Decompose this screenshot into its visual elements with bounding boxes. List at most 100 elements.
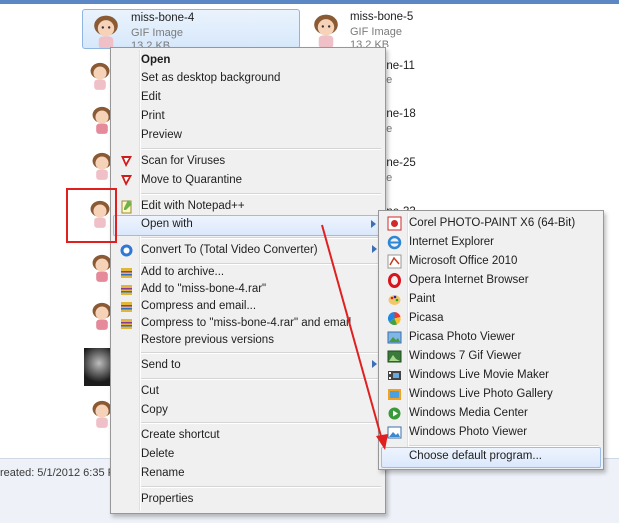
- file-name: miss-bone-5: [350, 11, 414, 23]
- opera-icon: [388, 273, 401, 288]
- menu-item-cut[interactable]: Cut: [113, 382, 383, 401]
- annotation-highlight-box: [66, 188, 117, 243]
- menu-separator: [141, 378, 381, 380]
- paint-palette-icon: [388, 295, 401, 305]
- menu-item-create-shortcut[interactable]: Create shortcut: [113, 426, 383, 445]
- menu-item-copy[interactable]: Copy: [113, 401, 383, 420]
- file-type: GIF Image: [350, 26, 402, 38]
- menu-item-label: Create shortcut: [141, 429, 220, 441]
- converter-icon: [120, 244, 133, 257]
- program-corel-photo-paint[interactable]: Corel PHOTO-PAINT X6 (64-Bit): [381, 214, 601, 233]
- menu-separator: [141, 237, 381, 239]
- menu-item-label: Rename: [141, 467, 185, 479]
- menu-item-label: Microsoft Office 2010: [409, 255, 518, 267]
- picasa-photo-viewer-icon: [387, 331, 402, 344]
- menu-item-label: Open: [141, 54, 171, 66]
- open-with-submenu: Corel PHOTO-PAINT X6 (64-Bit) Internet E…: [378, 210, 604, 470]
- menu-item-label: Properties: [141, 493, 194, 505]
- menu-item-restore-previous-versions[interactable]: Restore previous versions: [113, 331, 383, 350]
- menu-item-label: Opera Internet Browser: [409, 274, 529, 286]
- menu-item-label: Open with: [141, 218, 193, 230]
- menu-item-label: Windows Media Center: [409, 407, 528, 419]
- program-microsoft-office[interactable]: Microsoft Office 2010: [381, 252, 601, 271]
- file-thumbnail-icon: [314, 14, 338, 47]
- file-thumbnail-icon: [94, 15, 118, 48]
- menu-item-label: Corel PHOTO-PAINT X6 (64-Bit): [409, 217, 576, 229]
- menu-item-scan-for-viruses[interactable]: Scan for Viruses: [113, 152, 383, 171]
- file-type: GIF Image: [131, 27, 183, 39]
- menu-item-label: Send to: [141, 359, 181, 371]
- program-internet-explorer[interactable]: Internet Explorer: [381, 233, 601, 252]
- file-item-selected[interactable]: miss-bone-4 GIF Image 13.2 KB: [82, 9, 300, 49]
- menu-item-label: Paint: [409, 293, 436, 305]
- menu-item-label: Add to "miss-bone-4.rar": [141, 283, 267, 295]
- program-opera[interactable]: Opera Internet Browser: [381, 271, 601, 290]
- menu-item-label: Choose default program...: [409, 450, 542, 462]
- menu-separator: [141, 148, 381, 150]
- menu-item-send-to[interactable]: Send to: [113, 356, 383, 375]
- menu-item-properties[interactable]: Properties: [113, 490, 383, 509]
- winrar-icon: [121, 302, 132, 312]
- menu-item-move-to-quarantine[interactable]: Move to Quarantine: [113, 171, 383, 190]
- menu-item-label: Windows Live Movie Maker: [409, 369, 549, 381]
- file-size: 13.2 KB: [350, 39, 390, 47]
- file-item[interactable]: miss-bone-5 GIF Image 13.2 KB: [304, 9, 444, 47]
- winrar-icon: [121, 319, 132, 329]
- menu-separator: [141, 486, 381, 488]
- program-windows-live-photo-gallery[interactable]: Windows Live Photo Gallery: [381, 385, 601, 404]
- picasa-icon: [387, 311, 401, 326]
- menu-item-choose-default-program[interactable]: Choose default program...: [381, 447, 601, 468]
- antivirus-icon: [121, 156, 132, 167]
- file-name: miss-bone-4: [131, 12, 195, 24]
- menu-item-label: Picasa Photo Viewer: [409, 331, 515, 343]
- menu-item-label: Convert To (Total Video Converter): [141, 244, 318, 256]
- menu-separator: [141, 422, 381, 424]
- menu-item-set-desktop-background[interactable]: Set as desktop background: [113, 69, 383, 88]
- program-windows-7-gif-viewer[interactable]: Windows 7 Gif Viewer: [381, 347, 601, 366]
- menu-separator: [141, 193, 381, 195]
- notepad-icon: [121, 200, 132, 214]
- menu-item-convert-to[interactable]: Convert To (Total Video Converter): [113, 241, 383, 260]
- program-paint[interactable]: Paint: [381, 290, 601, 309]
- program-picasa[interactable]: Picasa: [381, 309, 601, 328]
- menu-item-preview[interactable]: Preview: [113, 126, 383, 145]
- antivirus-icon: [121, 175, 132, 186]
- chevron-right-icon: [372, 360, 377, 368]
- program-windows-photo-viewer[interactable]: Windows Photo Viewer: [381, 423, 601, 442]
- menu-item-open[interactable]: Open: [113, 51, 383, 70]
- photo-viewer-icon: [387, 426, 402, 439]
- program-picasa-photo-viewer[interactable]: Picasa Photo Viewer: [381, 328, 601, 347]
- menu-item-label: Set as desktop background: [141, 72, 281, 84]
- menu-item-edit-with-notepad[interactable]: Edit with Notepad++: [113, 197, 383, 216]
- menu-item-edit[interactable]: Edit: [113, 88, 383, 107]
- menu-item-label: Picasa: [409, 312, 444, 324]
- winrar-icon: [121, 285, 132, 295]
- menu-item-label: Edit with Notepad++: [141, 200, 245, 212]
- menu-item-label: Restore previous versions: [141, 334, 274, 346]
- menu-item-label: Copy: [141, 404, 168, 416]
- created-date: reated: 5/1/2012 6:35 PM: [0, 467, 125, 479]
- menu-separator: [141, 352, 381, 354]
- menu-item-label: Print: [141, 110, 165, 122]
- menu-item-print[interactable]: Print: [113, 107, 383, 126]
- program-windows-media-center[interactable]: Windows Media Center: [381, 404, 601, 423]
- menu-item-label: Windows Live Photo Gallery: [409, 388, 553, 400]
- menu-item-delete[interactable]: Delete: [113, 445, 383, 464]
- menu-item-label: Preview: [141, 129, 182, 141]
- media-center-icon: [388, 407, 401, 420]
- menu-item-label: Edit: [141, 91, 161, 103]
- menu-item-label: Delete: [141, 448, 175, 460]
- program-windows-live-movie-maker[interactable]: Windows Live Movie Maker: [381, 366, 601, 385]
- menu-item-open-with[interactable]: Open with: [113, 215, 383, 236]
- winrar-icon: [121, 268, 132, 278]
- menu-item-label: Internet Explorer: [409, 236, 495, 248]
- context-menu: Open Set as desktop background Edit Prin…: [110, 47, 386, 514]
- internet-explorer-icon: [387, 235, 402, 250]
- menu-item-label: Windows Photo Viewer: [409, 426, 528, 438]
- chevron-right-icon: [371, 220, 376, 228]
- menu-item-label: Compress and email...: [141, 300, 257, 312]
- menu-item-rename[interactable]: Rename: [113, 464, 383, 483]
- menu-item-label: Add to archive...: [141, 266, 225, 278]
- menu-item-label: Compress to "miss-bone-4.rar" and email: [141, 317, 352, 329]
- photo-gallery-icon: [388, 389, 401, 400]
